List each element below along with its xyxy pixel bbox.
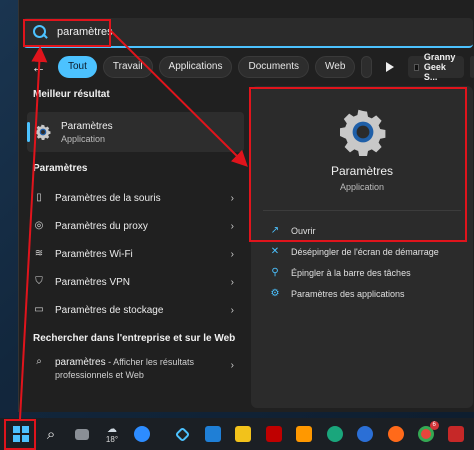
firefox-icon[interactable] <box>383 421 408 447</box>
mail-icon[interactable] <box>200 421 225 447</box>
settings-item-label: Paramètres Wi-Fi <box>55 248 133 260</box>
details-highlight-box <box>249 87 467 242</box>
edge-icon[interactable] <box>322 421 347 447</box>
web-search-heading: Rechercher dans l'entreprise et sur le W… <box>33 333 236 344</box>
settings-item-mouse[interactable]: ▯ Paramètres de la souris › <box>19 184 244 212</box>
unpin-icon: ✕ <box>270 246 280 257</box>
settings-item-label: Paramètres du proxy <box>55 220 148 232</box>
pin-taskbar-action[interactable]: ⚲ Épingler à la barre des tâches <box>269 262 439 283</box>
app-icon[interactable] <box>444 421 469 447</box>
app-settings-action[interactable]: ⚙ Paramètres des applications <box>269 283 439 304</box>
action-label: Désépingler de l'écran de démarrage <box>291 246 439 257</box>
filter-chip-settings[interactable]: Paramètres <box>361 56 373 78</box>
thunderbird-icon[interactable] <box>352 421 377 447</box>
results-column: Meilleur résultat Paramètres Application… <box>19 84 254 382</box>
more-filters-icon[interactable] <box>386 62 395 72</box>
chrome-icon[interactable]: 6 <box>413 421 439 447</box>
chevron-right-icon: › <box>230 304 234 316</box>
storage-icon: ▭ <box>34 304 44 315</box>
web-search-item[interactable]: ⌕ paramètres - Afficher les résultats pr… <box>19 356 244 382</box>
weather-temp: 18° <box>105 435 119 444</box>
taskbar: ⌕ ☁ 18° 6 <box>0 418 474 450</box>
weather-widget[interactable]: ☁ 18° <box>99 421 124 447</box>
account-chip[interactable]: Granny Geek S... <box>408 52 464 82</box>
search-highlight-box <box>23 19 111 47</box>
settings-item-label: Paramètres de stockage <box>55 304 164 316</box>
account-label: Granny Geek S... <box>423 52 456 82</box>
settings-item-label: Paramètres VPN <box>55 276 131 288</box>
filter-chip-work[interactable]: Travail <box>102 56 153 78</box>
best-result-type: Application <box>61 133 106 144</box>
web-query: paramètres <box>55 357 106 368</box>
wifi-icon: ≋ <box>34 248 44 259</box>
settings-item-proxy[interactable]: ◎ Paramètres du proxy › <box>19 212 244 240</box>
action-label: Épingler à la barre des tâches <box>291 267 411 278</box>
filter-chip-all[interactable]: Tout <box>58 56 97 78</box>
chevron-right-icon: › <box>230 248 234 260</box>
sign-chip[interactable]: S <box>469 56 474 78</box>
start-highlight-box <box>4 419 36 450</box>
settings-item-wifi[interactable]: ≋ Paramètres Wi-Fi › <box>19 240 244 268</box>
taskbar-search-icon[interactable]: ⌕ <box>38 421 63 447</box>
filter-row: ← Tout Travail Applications Documents We… <box>19 52 474 82</box>
settings-item-storage[interactable]: ▭ Paramètres de stockage › <box>19 296 244 324</box>
account-icon <box>414 63 419 71</box>
search-icon: ⌕ <box>36 356 42 367</box>
dev-icon[interactable] <box>170 421 195 447</box>
filter-chip-web[interactable]: Web <box>315 56 356 78</box>
settings-list: ▯ Paramètres de la souris › ◎ Paramètres… <box>19 184 254 324</box>
chevron-right-icon: › <box>230 220 234 232</box>
settings-item-label: Paramètres de la souris <box>55 192 161 204</box>
best-result-item[interactable]: Paramètres Application <box>27 112 244 152</box>
files-icon[interactable] <box>231 421 256 447</box>
mouse-icon: ▯ <box>36 192 42 203</box>
chevron-right-icon: › <box>230 360 234 371</box>
zoom-icon[interactable] <box>130 421 155 447</box>
action-label: Paramètres des applications <box>291 288 405 299</box>
settings-item-vpn[interactable]: ⛉ Paramètres VPN › <box>19 268 244 296</box>
back-arrow-icon[interactable]: ← <box>31 59 46 76</box>
best-result-heading: Meilleur résultat <box>33 89 110 100</box>
settings-gear-icon <box>35 124 51 140</box>
sublime-icon[interactable] <box>292 421 317 447</box>
gear-icon: ⚙ <box>270 288 280 299</box>
pin-icon: ⚲ <box>271 267 279 278</box>
filter-chip-documents[interactable]: Documents <box>238 56 310 78</box>
globe-icon: ◎ <box>34 220 44 231</box>
notification-badge: 6 <box>429 421 439 430</box>
task-view-icon[interactable] <box>69 421 94 447</box>
settings-heading: Paramètres <box>33 163 88 174</box>
filezilla-icon[interactable] <box>261 421 286 447</box>
filter-chip-apps[interactable]: Applications <box>158 56 233 78</box>
unpin-start-action[interactable]: ✕ Désépingler de l'écran de démarrage <box>269 241 439 262</box>
chevron-right-icon: › <box>230 276 234 288</box>
cloud-icon: ☁ <box>106 424 117 435</box>
chevron-right-icon: › <box>230 192 234 204</box>
shield-icon: ⛉ <box>35 276 43 287</box>
best-result-name: Paramètres <box>61 120 113 132</box>
